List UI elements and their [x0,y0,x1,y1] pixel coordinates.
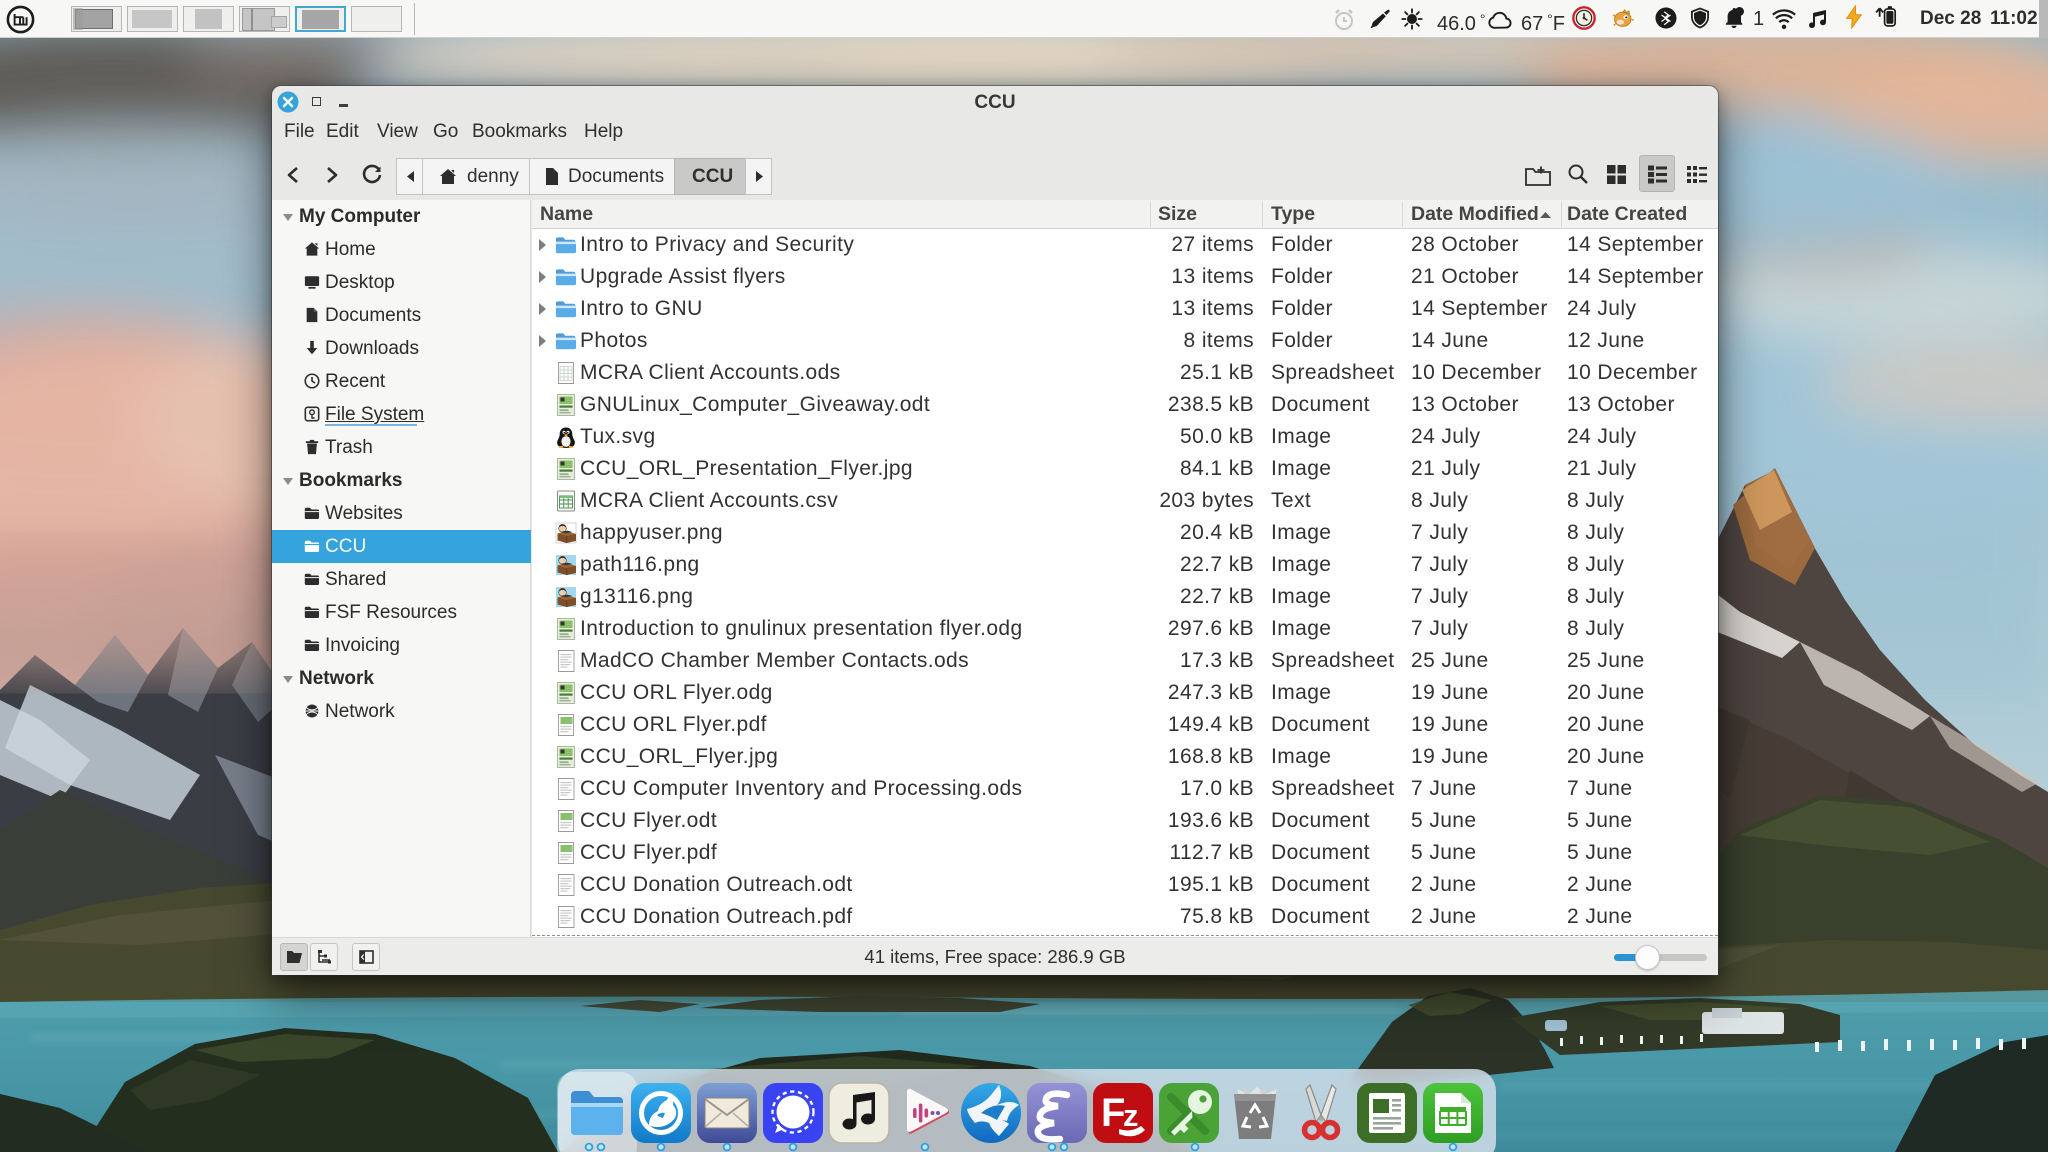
svg-text:F: F [1101,1091,1125,1135]
svg-text:z: z [1123,1098,1139,1133]
